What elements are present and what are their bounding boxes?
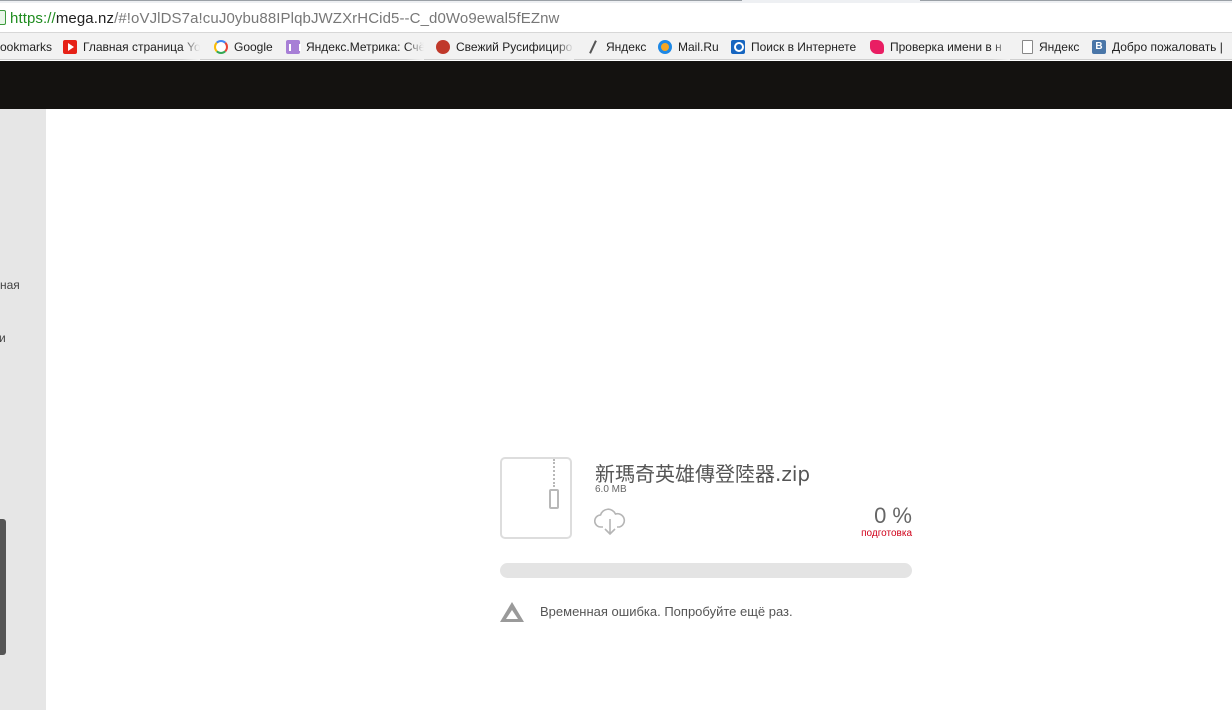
pink-icon [870,39,884,54]
cloud-download-icon[interactable] [594,507,626,537]
bookmark-mailru[interactable]: Mail.Ru [658,33,722,60]
url-scheme: https:// [10,10,56,27]
bookmark-label: Поиск в Интернете [751,39,857,54]
bookmark-google[interactable]: Google [214,33,276,60]
download-progress-bar [500,563,912,578]
left-panel-text[interactable]: ная [0,278,20,292]
bookmark-other-bookmarks[interactable]: ookmarks [0,33,55,60]
vk-icon: В [1092,39,1106,54]
bookmark-label: Яндекс [1039,39,1080,54]
mailru-icon [658,39,672,54]
bookmark-label: Добро пожаловать | [1112,39,1223,54]
site-header [0,61,1232,109]
metrika-icon [286,39,301,54]
left-panel-text[interactable]: и [0,331,6,345]
bookmark-search[interactable]: Поиск в Интернете [731,33,861,60]
bookmark-rusifikator[interactable]: Свежий Русифициро [436,33,574,60]
bookmark-label: Mail.Ru [678,39,719,54]
tab-edge-2 [920,0,1232,1]
bookmark-label: Яндекс [606,39,647,54]
progress-percent: 0 % [874,503,912,528]
zip-file-icon [500,457,572,539]
bookmark-yandex[interactable]: Яндекс [586,33,648,60]
tab-edge-1 [0,0,742,1]
bookmark-vk[interactable]: В Добро пожаловать | [1092,33,1232,60]
left-side-panel: ная и [0,109,46,710]
warning-icon [500,602,524,622]
pen-icon [586,40,600,54]
url-host: mega.nz [55,10,115,27]
page-icon [1022,39,1033,54]
left-panel-scrollbar[interactable] [0,519,6,655]
bookmark-yandex-metrika[interactable]: Яндекс.Метрика: Счё [286,33,424,60]
bookmark-label: ookmarks [0,39,53,54]
file-size: 6.0 MB [595,484,627,495]
google-icon [214,39,228,54]
url-path: /#!oVJlDS7a!cuJ0ybu88IPlqbJWZXrHCid5--C_… [114,10,560,27]
youtube-icon [63,39,77,54]
bookmark-youtube[interactable]: Главная страница Yo [63,33,200,60]
zipper-pull [549,489,559,509]
bookmark-label: Свежий Русифициро [456,39,573,54]
address-bar[interactable]: https://mega.nz/#!oVJlDS7a!cuJ0ybu88IPlq… [0,3,1232,33]
secure-lock-icon[interactable] [0,10,6,25]
zipper-line [553,459,555,487]
bookmark-yandex-page[interactable]: Яндекс [1022,33,1084,60]
url-text[interactable]: https://mega.nz/#!oVJlDS7a!cuJ0ybu88IPlq… [10,10,559,27]
rusifikator-icon [436,39,450,54]
bookmark-label: Проверка имени в н [890,39,1002,54]
bookmarks-bar: ookmarks Главная страница Yo Google Янде… [0,33,1232,60]
file-name: 新瑪奇英雄傳登陸器.zip [595,462,811,486]
download-status: подготовка [861,528,912,539]
bookmark-label: Google [234,39,273,54]
bookmark-name-check[interactable]: Проверка имени в н [870,33,1010,60]
search-icon [731,39,745,54]
error-message: Временная ошибка. Попробуйте ещё раз. [540,604,793,619]
